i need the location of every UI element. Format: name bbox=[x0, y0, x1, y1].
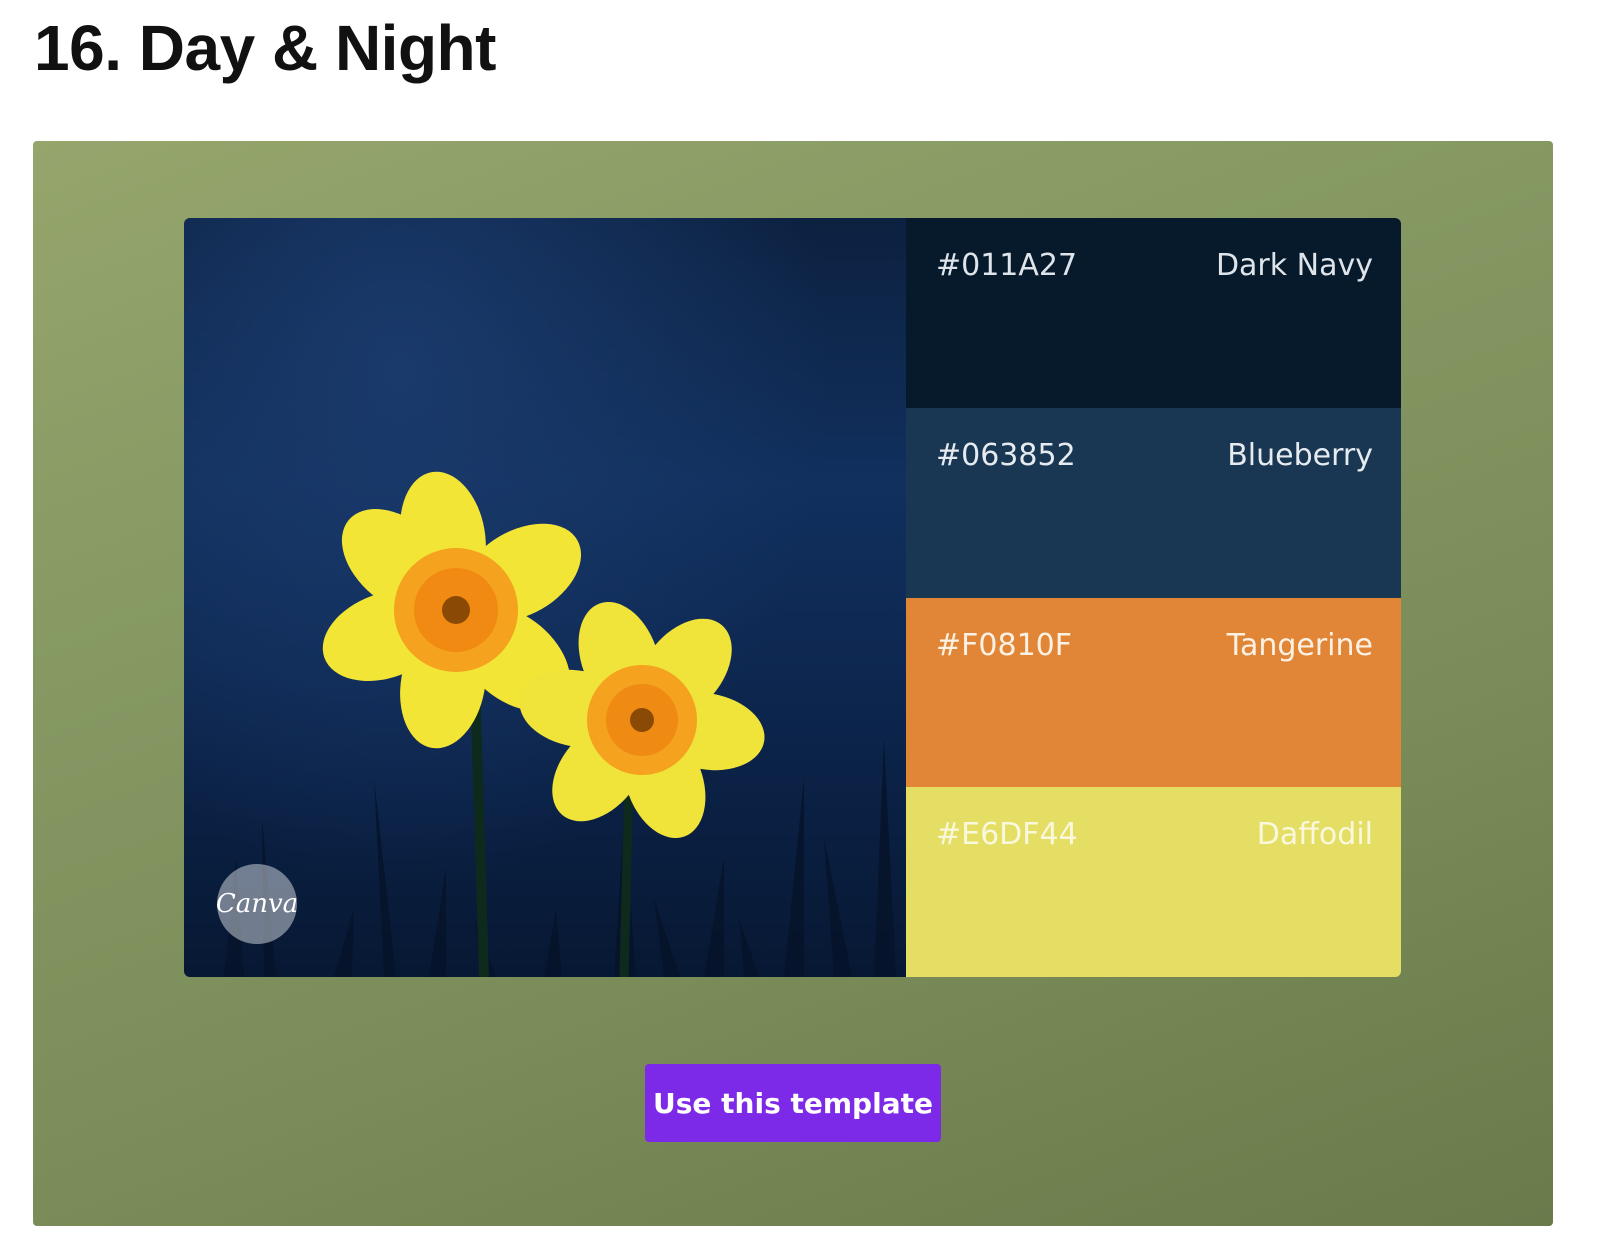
use-template-button[interactable]: Use this template bbox=[645, 1064, 941, 1142]
swatch-hex: #E6DF44 bbox=[936, 817, 1078, 853]
swatch-name: Daffodil bbox=[1256, 817, 1373, 853]
daffodil-photo: Canva bbox=[184, 218, 906, 977]
daffodil-flower-2 bbox=[519, 601, 765, 839]
swatch-hex: #011A27 bbox=[936, 248, 1078, 283]
page-title: 16. Day & Night bbox=[34, 12, 496, 84]
swatch-blueberry: #063852 Blueberry bbox=[906, 407, 1401, 598]
color-palette-preview: Canva #011A27 Dark Navy #063852 Blueberr… bbox=[184, 218, 1401, 977]
canva-logo: Canva bbox=[216, 864, 298, 944]
swatch-hex: #063852 bbox=[936, 437, 1076, 473]
swatch-tangerine: #F0810F Tangerine bbox=[906, 597, 1401, 788]
palette-card: Canva #011A27 Dark Navy #063852 Blueberr… bbox=[33, 141, 1553, 1226]
swatch-hex: #F0810F bbox=[936, 627, 1072, 663]
swatch-dark-navy: #011A27 Dark Navy bbox=[906, 218, 1401, 408]
swatch-list: #011A27 Dark Navy #063852 Blueberry #F08… bbox=[906, 218, 1401, 977]
daffodil-illustration bbox=[224, 471, 896, 977]
swatch-name: Dark Navy bbox=[1215, 248, 1373, 283]
swatch-name: Tangerine bbox=[1226, 627, 1373, 663]
swatch-daffodil: #E6DF44 Daffodil bbox=[906, 787, 1401, 977]
swatch-name: Blueberry bbox=[1227, 437, 1373, 473]
